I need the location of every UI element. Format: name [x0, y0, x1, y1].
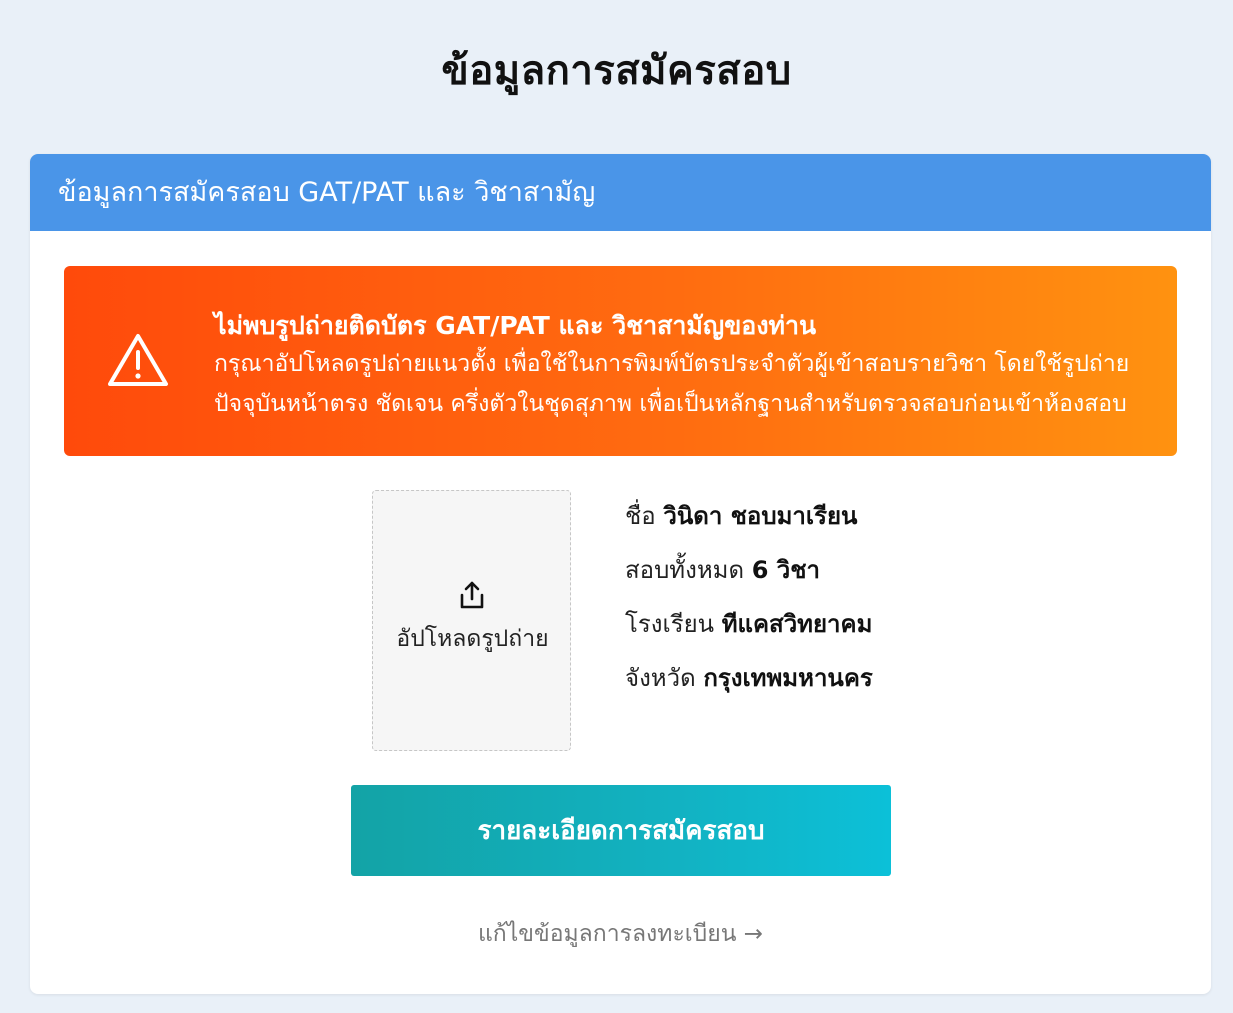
info-school-value: ทีแคสวิทยาคม: [721, 610, 873, 638]
alert-title: ไม่พบรูปถ่ายติดบัตร GAT/PAT และ วิชาสามั…: [214, 311, 817, 340]
upload-label: อัปโหลดรูปถ่าย: [396, 626, 549, 652]
registration-details-button[interactable]: รายละเอียดการสมัครสอบ: [351, 785, 891, 876]
alert-body: กรุณาอัปโหลดรูปถ่ายแนวตั้ง เพื่อใช้ในการ…: [214, 344, 1164, 424]
photo-upload-dropzone[interactable]: อัปโหลดรูปถ่าย: [372, 490, 571, 751]
info-subjects-value: 6 วิชา: [751, 556, 820, 584]
missing-photo-alert: ไม่พบรูปถ่ายติดบัตร GAT/PAT และ วิชาสามั…: [64, 266, 1177, 456]
info-province-value: กรุงเทพมหานคร: [703, 664, 873, 692]
warning-triangle-icon: [108, 334, 168, 386]
applicant-info: ชื่อ วินิดา ชอบมาเรียน สอบทั้งหมด 6 วิชา…: [625, 496, 873, 712]
info-school-label: โรงเรียน: [625, 610, 715, 638]
info-subjects: สอบทั้งหมด 6 วิชา: [625, 550, 873, 604]
upload-icon: [460, 581, 484, 609]
edit-registration-link[interactable]: แก้ไขข้อมูลการลงทะเบียน →: [30, 916, 1211, 952]
info-name-value: วินิดา ชอบมาเรียน: [663, 502, 858, 530]
registration-card: ข้อมูลการสมัครสอบ GAT/PAT และ วิชาสามัญ …: [30, 154, 1211, 994]
alert-line-2: ปัจจุบันหน้าตรง ชัดเจน ครึ่งตัวในชุดสุภา…: [214, 391, 1127, 417]
alert-line-1: กรุณาอัปโหลดรูปถ่ายแนวตั้ง เพื่อใช้ในการ…: [214, 351, 1130, 377]
info-name-label: ชื่อ: [625, 502, 656, 530]
info-school: โรงเรียน ทีแคสวิทยาคม: [625, 604, 873, 658]
info-subjects-label: สอบทั้งหมด: [625, 556, 745, 584]
info-province-label: จังหวัด: [625, 664, 696, 692]
card-header: ข้อมูลการสมัครสอบ GAT/PAT และ วิชาสามัญ: [30, 154, 1211, 231]
page-title: ข้อมูลการสมัครสอบ: [441, 48, 792, 94]
info-province: จังหวัด กรุงเทพมหานคร: [625, 658, 873, 712]
info-name: ชื่อ วินิดา ชอบมาเรียน: [625, 496, 873, 550]
